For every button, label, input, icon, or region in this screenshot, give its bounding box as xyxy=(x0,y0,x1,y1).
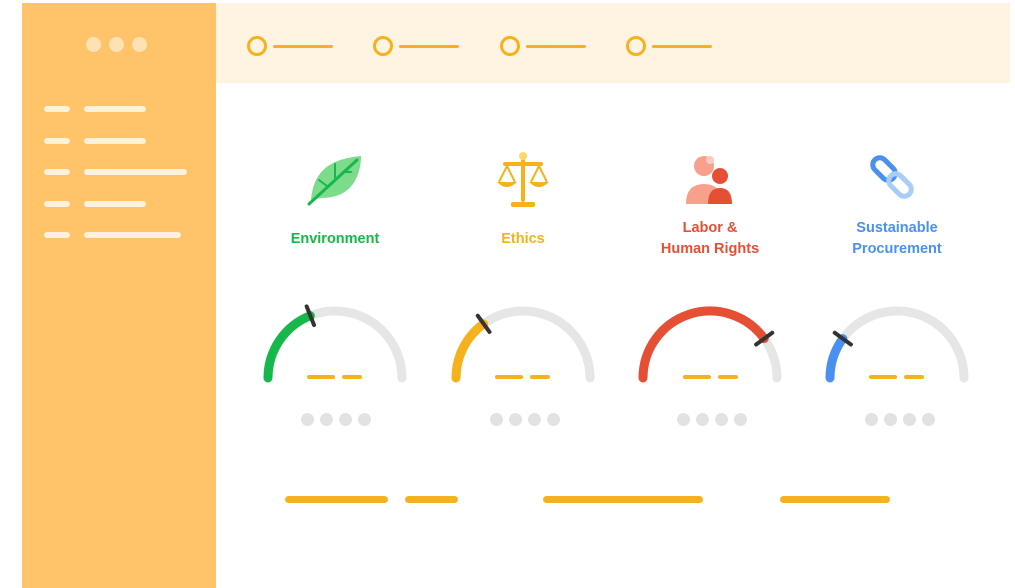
menu-bullet-icon xyxy=(44,138,70,144)
gauge-fill xyxy=(263,311,315,383)
footer-placeholder-bar xyxy=(285,496,388,503)
menu-bullet-icon xyxy=(44,169,70,175)
menu-placeholder-bar xyxy=(84,138,146,144)
dot[interactable] xyxy=(715,413,728,426)
dot[interactable] xyxy=(509,413,522,426)
dot[interactable] xyxy=(865,413,878,426)
value-dash xyxy=(342,375,362,379)
window-dot xyxy=(132,37,147,52)
dot[interactable] xyxy=(903,413,916,426)
value-dash xyxy=(530,375,550,379)
menu-bullet-icon xyxy=(44,106,70,112)
category-label: Labor & Human Rights xyxy=(660,220,760,257)
menu-placeholder-bar xyxy=(84,169,187,175)
step-placeholder-line xyxy=(273,45,333,48)
window-dot xyxy=(86,37,101,52)
category-label: Environment xyxy=(290,231,380,247)
dot[interactable] xyxy=(922,413,935,426)
dot[interactable] xyxy=(547,413,560,426)
step-placeholder-line xyxy=(526,45,586,48)
gauge-sustainable-procurement xyxy=(825,306,969,383)
dot[interactable] xyxy=(734,413,747,426)
dot[interactable] xyxy=(320,413,333,426)
value-dash xyxy=(869,375,897,379)
step-circle-icon xyxy=(626,36,646,56)
gauge-ethics xyxy=(451,306,595,383)
gauge-track xyxy=(263,306,407,383)
scales-icon xyxy=(497,152,549,207)
value-dash xyxy=(495,375,523,379)
step-placeholder-line xyxy=(652,45,712,48)
gauge-environment xyxy=(263,304,407,383)
step-circle-icon xyxy=(500,36,520,56)
dot[interactable] xyxy=(696,413,709,426)
gauge-fill xyxy=(825,334,848,383)
category-label: Sustainable Procurement xyxy=(852,220,942,257)
leaf-icon xyxy=(307,156,361,206)
gauge-fill xyxy=(451,319,489,383)
menu-bullet-icon xyxy=(44,232,70,238)
menu-placeholder-bar xyxy=(84,232,181,238)
gauge-track xyxy=(451,306,595,383)
menu-placeholder-bar xyxy=(84,201,146,207)
value-dash xyxy=(683,375,711,379)
step-placeholder-line xyxy=(399,45,459,48)
sidebar xyxy=(22,3,216,588)
value-dash xyxy=(904,375,924,379)
footer-placeholder-bar xyxy=(543,496,703,503)
category-label: Ethics xyxy=(501,231,545,247)
gauge-fill xyxy=(638,306,769,383)
dot[interactable] xyxy=(528,413,541,426)
dot[interactable] xyxy=(301,413,314,426)
dot[interactable] xyxy=(490,413,503,426)
menu-placeholder-bar xyxy=(84,106,146,112)
value-dash xyxy=(718,375,738,379)
footer-placeholder-bar xyxy=(405,496,458,503)
footer-placeholder-bar xyxy=(780,496,890,503)
people-icon xyxy=(686,156,732,204)
step-circle-icon xyxy=(373,36,393,56)
dot[interactable] xyxy=(884,413,897,426)
menu-bullet-icon xyxy=(44,201,70,207)
top-bar xyxy=(216,3,1010,83)
window-dot xyxy=(109,37,124,52)
window-dots xyxy=(86,35,174,55)
chain-link-icon xyxy=(870,155,914,199)
step-circle-icon xyxy=(247,36,267,56)
dot[interactable] xyxy=(358,413,371,426)
dot[interactable] xyxy=(339,413,352,426)
value-dash xyxy=(307,375,335,379)
dot[interactable] xyxy=(677,413,690,426)
